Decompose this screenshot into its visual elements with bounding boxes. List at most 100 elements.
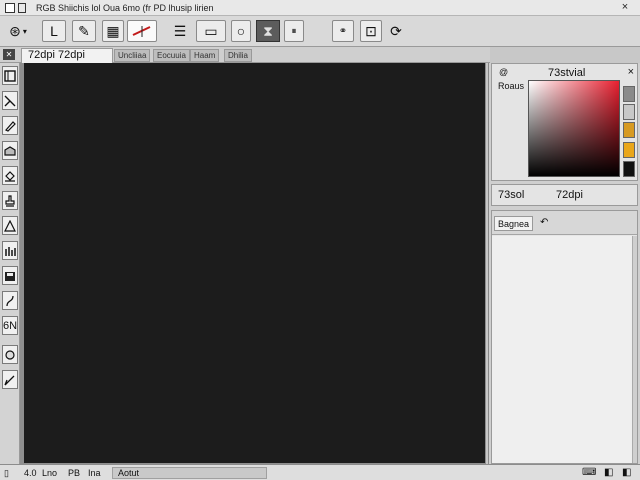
undo-icon[interactable]: ↶ — [540, 217, 548, 228]
status-zoom-icon: ▯ — [4, 468, 9, 478]
document-tab[interactable]: Uncliiaa — [114, 49, 151, 62]
color-panel: @ 73stvial × Roaus — [491, 63, 638, 181]
text-tool-label: 6N — [2, 319, 18, 332]
menu-option-button[interactable]: ☰ — [170, 20, 190, 42]
shape-tool-button[interactable] — [2, 216, 18, 235]
mask-icon: ▭ — [204, 22, 218, 39]
chevron-down-icon: ▾ — [22, 26, 27, 36]
document-tab-active[interactable]: 72dpi 72dpi — [21, 48, 113, 63]
bucket-icon — [5, 170, 15, 182]
color-panel-menu[interactable]: @ — [499, 67, 508, 77]
view-toggle-icon[interactable]: ◧ — [622, 467, 631, 479]
bars-icon — [5, 246, 16, 256]
refresh-option-button[interactable]: ⟳ — [386, 20, 406, 42]
status-item: Lno — [42, 468, 58, 478]
close-icon[interactable]: × — [628, 66, 634, 78]
hourglass-option-button[interactable]: ⧗ — [256, 20, 280, 42]
image-canvas[interactable] — [24, 63, 485, 463]
dpi-value: 72dpi — [556, 189, 583, 201]
menu-icon: ☰ — [173, 22, 187, 39]
curve-tool-button[interactable] — [2, 291, 18, 310]
gray-swatch[interactable] — [623, 86, 635, 102]
resolution-value: 73sol — [498, 189, 525, 201]
status-item: Ina — [88, 468, 101, 478]
properties-header: Bagnea ↶ — [492, 211, 637, 235]
zoom-icon — [5, 349, 15, 360]
refresh-icon: ⟳ — [390, 22, 402, 39]
frame-icon — [4, 69, 16, 82]
circle-option-button[interactable]: ○ — [231, 20, 251, 42]
pause-option-button[interactable]: ⏸ — [284, 20, 304, 42]
mask-option-button[interactable]: ▭ — [196, 20, 226, 42]
frame-tool-button[interactable] — [2, 66, 18, 85]
document-tab[interactable]: Dhilia — [224, 49, 253, 62]
color-panel-title: 73stvial — [548, 67, 586, 79]
pencil-icon — [4, 375, 15, 385]
stamp-tool-button[interactable] — [2, 191, 18, 210]
app-icon — [5, 2, 15, 13]
amber-swatch[interactable] — [623, 122, 635, 138]
circle-icon: ○ — [236, 23, 246, 39]
hourglass-icon: ⧗ — [263, 22, 273, 39]
box-tool-button[interactable] — [2, 141, 18, 160]
status-zoom: 4.0 — [24, 468, 37, 478]
line-preview-button[interactable] — [127, 20, 157, 42]
keyboard-icon[interactable]: ⌨ — [582, 467, 596, 479]
pen-tool-button[interactable] — [2, 116, 18, 135]
status-item: PB — [68, 468, 81, 478]
save-icon — [5, 271, 15, 281]
close-document-button[interactable]: ✕ — [3, 49, 15, 60]
shape-icon — [4, 219, 16, 232]
pencil-tool-button[interactable] — [2, 370, 18, 389]
pause-icon: ⏸ — [291, 25, 297, 37]
right-panel-dock: @ 73stvial × Roaus 73sol 72dpi Bagnea ↶ — [488, 63, 640, 464]
document-icon — [18, 2, 26, 13]
properties-scrollbar[interactable] — [632, 236, 637, 463]
tool-mode-dropdown[interactable]: ⊛ ▾ — [4, 20, 32, 42]
target-icon: ⊡ — [365, 22, 377, 39]
document-tab[interactable]: Haam — [190, 49, 220, 62]
bars-tool-button[interactable] — [2, 241, 18, 260]
pen-icon — [5, 120, 16, 132]
status-info: Aotut — [118, 468, 140, 478]
line-tool-button[interactable] — [2, 91, 18, 110]
close-window-button[interactable]: × — [618, 1, 632, 14]
bucket-tool-button[interactable] — [2, 166, 18, 185]
line-preview-icon — [132, 26, 151, 37]
tools-panel: 6N — [0, 63, 20, 464]
view-toggle-icon[interactable]: ◧ — [604, 467, 613, 479]
properties-panel: Bagnea ↶ — [491, 210, 638, 464]
link-icon: ⚭ — [338, 25, 348, 37]
brush-option-button[interactable]: L — [42, 20, 66, 42]
properties-tab[interactable]: Bagnea — [494, 216, 534, 231]
document-tab[interactable]: Eocuuia — [153, 49, 190, 62]
grid-option-button[interactable]: ▦ — [102, 20, 124, 42]
title-bar: RGB Shiichis lol Oua 6mo (fr PD lhusip l… — [0, 0, 640, 16]
canvas-area — [20, 63, 486, 464]
status-bar: ▯ 4.0 Lno PB Ina Aotut ⌨ ◧ ◧ — [0, 464, 640, 480]
grid-icon: ▦ — [106, 22, 120, 39]
zoom-tool-button[interactable] — [2, 345, 18, 364]
document-tab-bar: ✕ 72dpi 72dpi Uncliiaa Eocuuia Haam Dhil… — [0, 47, 490, 63]
brush-icon: L — [50, 23, 58, 39]
line-icon — [4, 95, 16, 106]
stamp-icon — [5, 194, 15, 207]
save-tool-button[interactable] — [2, 266, 18, 285]
pen-icon: ✎ — [78, 22, 90, 39]
target-option-button[interactable]: ⊡ — [360, 20, 382, 42]
window-title: RGB Shiichis lol Oua 6mo (fr PD lhusip l… — [36, 2, 214, 13]
black-swatch[interactable] — [623, 161, 635, 177]
light-swatch[interactable] — [623, 104, 635, 120]
properties-content — [492, 236, 632, 463]
color-panel-label: Roaus — [498, 81, 525, 91]
options-bar: ⊛ ▾ L ✎ ▦ ☰ ▭ ○ ⧗ ⏸ ⚭ ⊡ ⟳ — [0, 16, 640, 47]
box-icon — [4, 145, 16, 156]
gold-swatch[interactable] — [623, 142, 635, 158]
tool-mode-icon: ⊛ — [9, 22, 21, 39]
pen-option-button[interactable]: ✎ — [72, 20, 96, 42]
link-option-button[interactable]: ⚭ — [332, 20, 354, 42]
text-tool-button[interactable]: 6N — [2, 316, 18, 335]
color-picker-field[interactable] — [528, 80, 620, 177]
resolution-panel: 73sol 72dpi — [491, 184, 638, 206]
curve-icon — [6, 295, 14, 306]
